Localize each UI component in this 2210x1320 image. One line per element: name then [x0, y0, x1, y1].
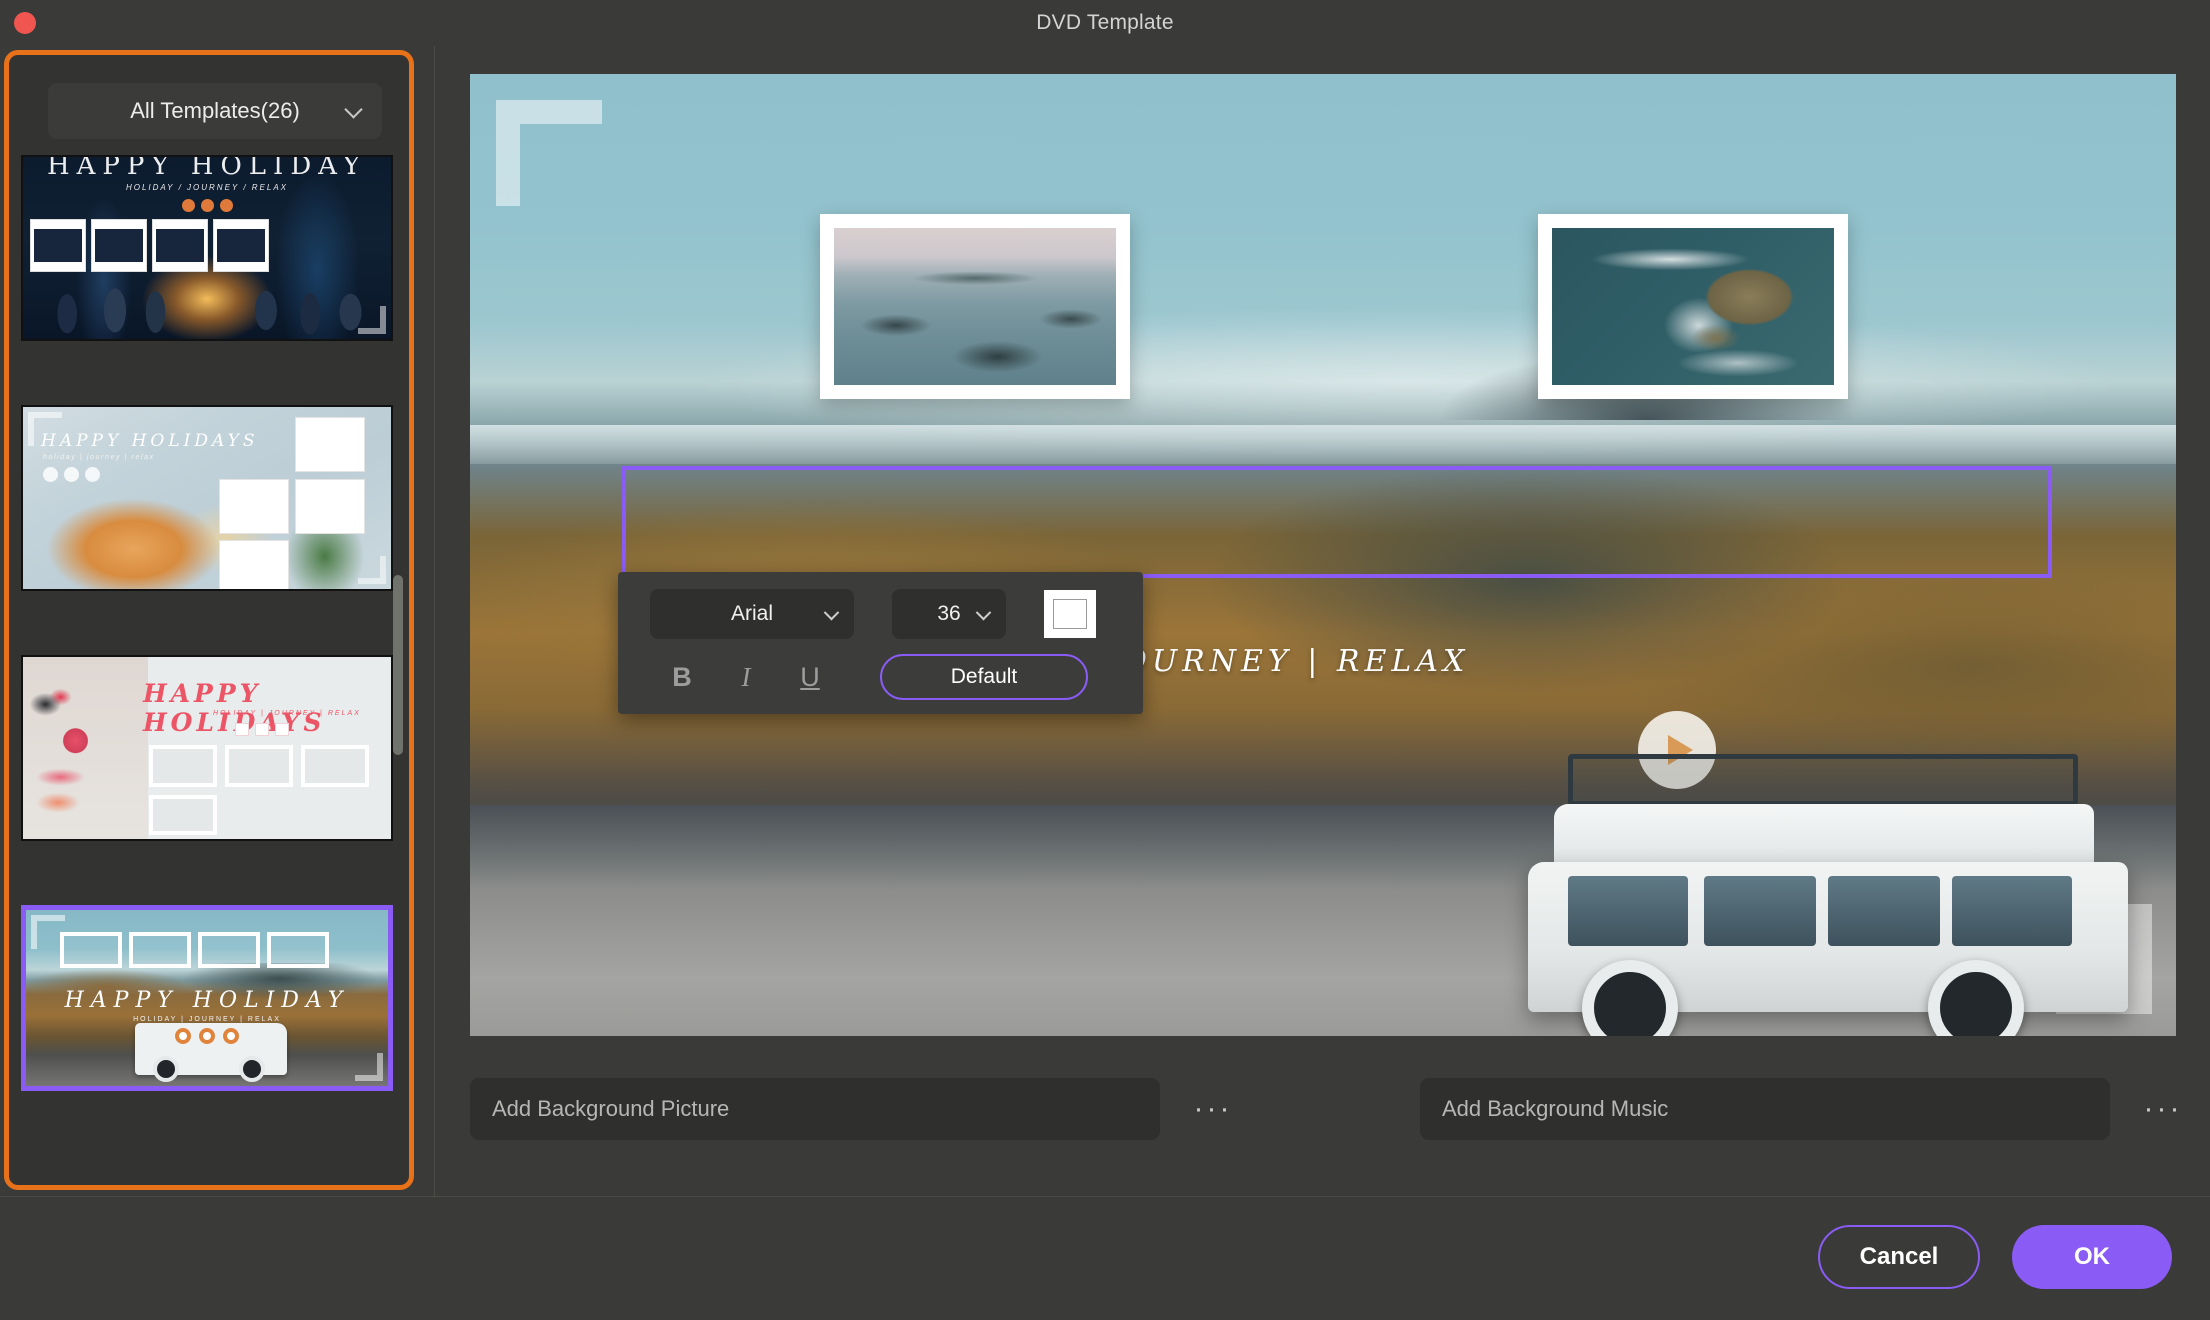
italic-button[interactable]: I [714, 655, 778, 699]
corner-bracket-icon [355, 1053, 383, 1081]
background-music-more-button[interactable]: ··· [2140, 1092, 2186, 1125]
background-picture-more-button[interactable]: ··· [1190, 1092, 1236, 1125]
chevron-down-icon [823, 604, 840, 621]
thumb-1-title: HAPPY HOLIDAY [46, 157, 368, 181]
preview-jeep-vehicle [1528, 734, 2148, 1036]
chevron-down-icon [975, 604, 992, 621]
template-sidebar: All Templates(26) HAPPY HOLIDAY HOLIDAY … [4, 50, 414, 1190]
template-thumbnail-list[interactable]: HAPPY HOLIDAY HOLIDAY / JOURNEY / RELAX … [21, 155, 407, 1185]
corner-bracket-icon [496, 100, 602, 206]
thumb-4-nav-dots [26, 1028, 388, 1049]
thumb-1-frames [30, 219, 269, 272]
thumb-3-nav-dots [235, 723, 295, 741]
background-picture-input[interactable]: Add Background Picture [470, 1078, 1160, 1140]
underline-button[interactable]: U [778, 655, 842, 699]
coast-photo [1552, 228, 1834, 385]
thumb-4-frames [60, 932, 329, 968]
template-thumbnail-2[interactable]: HAPPY HOLIDAYS holiday | journey | relax [21, 405, 393, 591]
text-color-swatch[interactable] [1044, 590, 1096, 638]
window-titlebar: DVD Template [0, 0, 2210, 46]
ok-button[interactable]: OK [2012, 1225, 2172, 1289]
preview-photo-frame-1[interactable] [820, 214, 1130, 399]
islands-photo [834, 228, 1116, 385]
default-style-button[interactable]: Default [880, 654, 1088, 700]
template-thumbnail-3[interactable]: HAPPY HOLIDAYS HOLIDAY | JOURNEY | RELAX [21, 655, 393, 841]
thumb-2-subtitle: holiday | journey | relax [43, 454, 155, 461]
corner-bracket-icon [358, 306, 386, 334]
template-filter-dropdown[interactable]: All Templates(26) [48, 83, 382, 139]
thumb-1-subtitle: HOLIDAY / JOURNEY / RELAX [125, 183, 289, 192]
sidebar-scrollbar[interactable] [393, 175, 403, 1175]
text-selection-box[interactable] [622, 466, 2052, 578]
thumb-2-nav-dots [43, 467, 106, 487]
panel-divider [434, 46, 435, 1196]
background-picture-placeholder: Add Background Picture [492, 1096, 730, 1121]
chevron-down-icon [344, 100, 363, 119]
background-options-row: Add Background Picture ··· Add Backgroun… [470, 1078, 2190, 1142]
thumb-4-subtitle: HOLIDAY | JOURNEY | RELAX [133, 1016, 281, 1023]
font-family-dropdown[interactable]: Arial [650, 589, 854, 639]
close-window-button[interactable] [14, 12, 36, 34]
thumb-4-title: HAPPY HOLIDAY [64, 988, 350, 1013]
font-size-value: 36 [937, 602, 961, 625]
bold-button[interactable]: B [650, 655, 714, 699]
window-title: DVD Template [1036, 11, 1174, 34]
font-size-dropdown[interactable]: 36 [892, 589, 1006, 639]
footer-divider [0, 1196, 2210, 1197]
thumb-3-subtitle: HOLIDAY | JOURNEY | RELAX [213, 710, 361, 717]
corner-bracket-icon [358, 556, 386, 584]
template-preview[interactable]: LIDAY | JOURNEY | RELAX [470, 74, 2176, 1036]
cancel-button[interactable]: Cancel [1818, 1225, 1980, 1289]
background-music-placeholder: Add Background Music [1442, 1096, 1669, 1121]
background-music-input[interactable]: Add Background Music [1420, 1078, 2110, 1140]
thumb-1-nav-dots [23, 199, 391, 217]
text-format-toolbar: Arial 36 B I U Default [618, 572, 1143, 714]
sidebar-scrollbar-thumb[interactable] [393, 575, 403, 755]
thumb-2-title: HAPPY HOLIDAYS [41, 431, 259, 451]
template-thumbnail-1[interactable]: HAPPY HOLIDAY HOLIDAY / JOURNEY / RELAX [21, 155, 393, 341]
template-filter-label: All Templates(26) [130, 98, 300, 123]
font-family-value: Arial [730, 602, 773, 625]
template-thumbnail-4[interactable]: HAPPY HOLIDAY HOLIDAY | JOURNEY | RELAX [21, 905, 393, 1091]
preview-photo-frame-2[interactable] [1538, 214, 1848, 399]
